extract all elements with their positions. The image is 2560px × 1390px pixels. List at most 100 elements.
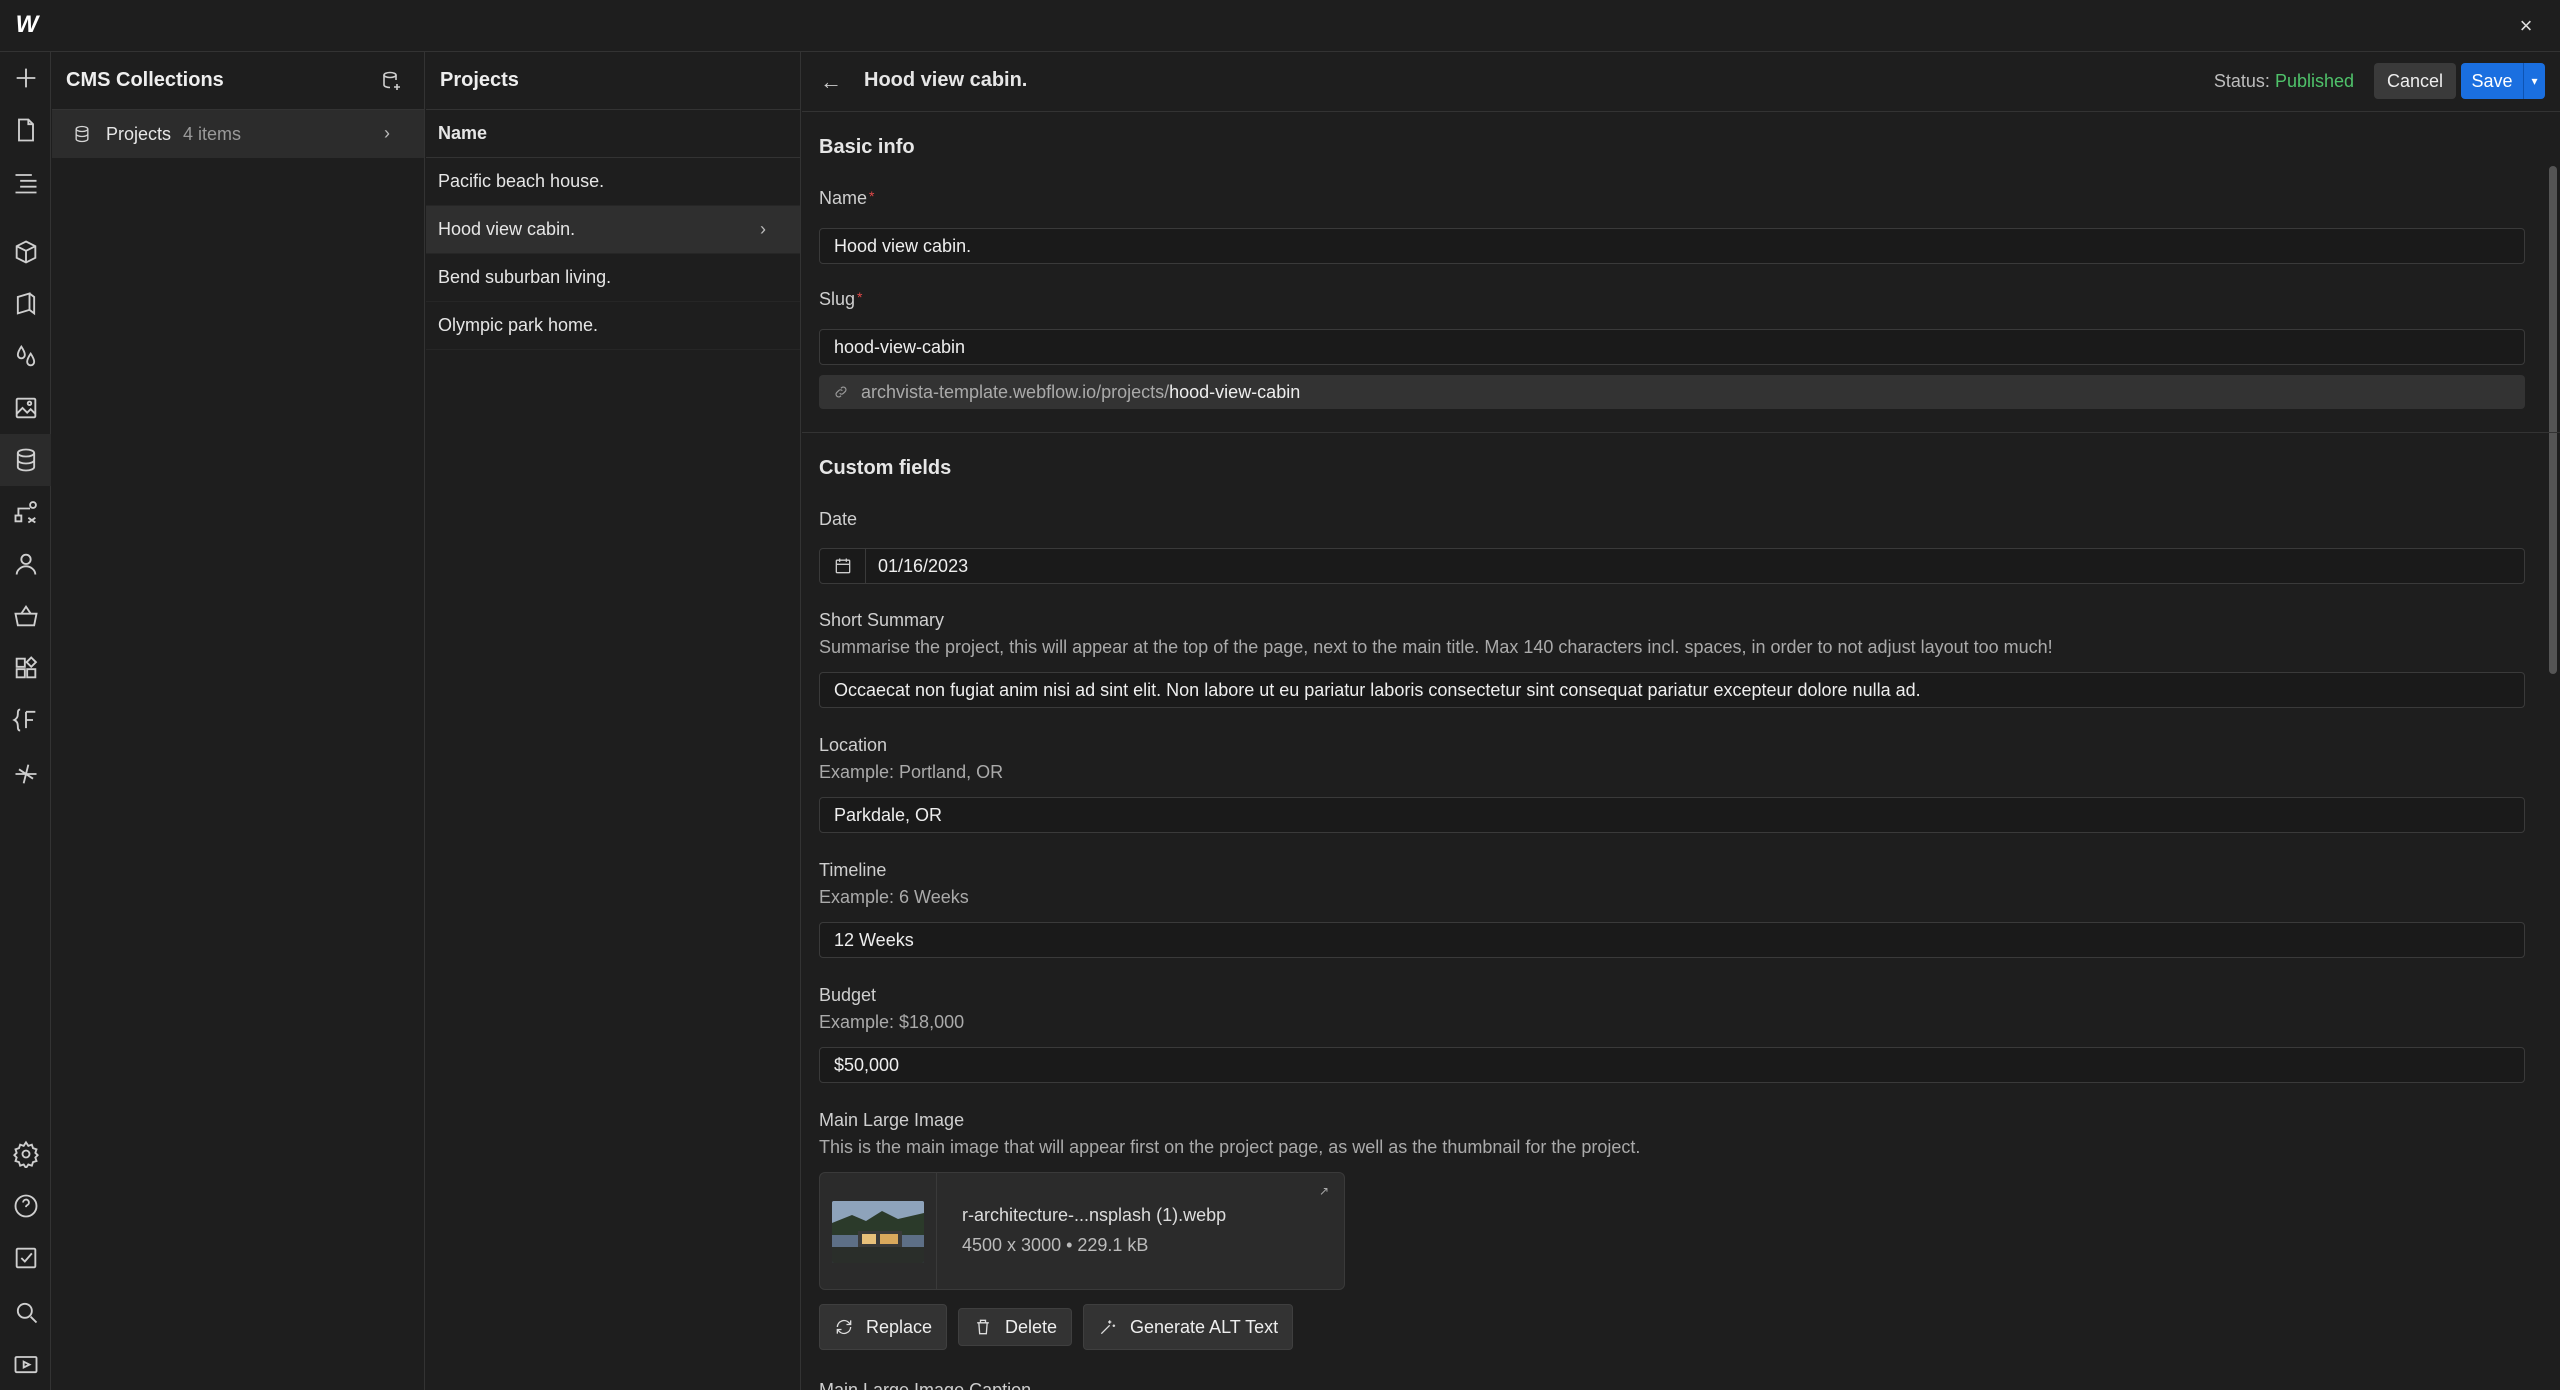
section-divider bbox=[802, 432, 2560, 433]
custom-fields-heading: Custom fields bbox=[819, 457, 952, 479]
navigator-icon[interactable] bbox=[0, 156, 51, 208]
name-label-text: Name bbox=[819, 188, 868, 208]
delete-button[interactable]: Delete bbox=[958, 1308, 1073, 1346]
search-icon[interactable] bbox=[0, 1286, 51, 1338]
logic-flow-icon[interactable] bbox=[0, 486, 51, 538]
items-panel: Projects Name Pacific beach house. Hood … bbox=[426, 52, 801, 1390]
image-file-name: r-architecture-...nsplash (1).webp bbox=[962, 1205, 1227, 1225]
timeline-field[interactable]: 12 Weeks bbox=[819, 922, 2525, 958]
item-name: Hood view cabin. bbox=[438, 219, 576, 239]
slug-field[interactable]: hood-view-cabin bbox=[819, 329, 2525, 365]
settings-gear-icon[interactable] bbox=[0, 1128, 51, 1180]
slug-url-prefix: archvista-template.webflow.io/projects/ bbox=[861, 381, 1170, 402]
users-icon[interactable] bbox=[0, 538, 51, 590]
budget-field[interactable]: $50,000 bbox=[819, 1047, 2525, 1083]
calendar-icon[interactable] bbox=[820, 549, 866, 583]
item-name: Olympic park home. bbox=[438, 315, 599, 335]
plugin-icon[interactable] bbox=[0, 748, 51, 800]
generate-alt-label: Generate ALT Text bbox=[1130, 1316, 1279, 1337]
image-label: Main Large Image bbox=[819, 1110, 965, 1130]
left-icon-rail bbox=[0, 52, 51, 1390]
plus-icon[interactable] bbox=[0, 52, 51, 104]
image-thumbnail[interactable] bbox=[832, 1201, 924, 1263]
fonts-icon[interactable] bbox=[0, 694, 51, 746]
add-collection-icon[interactable] bbox=[380, 69, 404, 93]
replace-label: Replace bbox=[866, 1316, 933, 1337]
variables-drops-icon[interactable] bbox=[0, 330, 51, 382]
collection-name: Projects bbox=[106, 123, 172, 144]
list-item[interactable]: Bend suburban living. bbox=[426, 254, 800, 302]
collections-panel: CMS Collections Projects 4 items › bbox=[52, 52, 425, 1390]
replace-button[interactable]: Replace bbox=[819, 1304, 948, 1350]
back-arrow-icon[interactable]: ← bbox=[820, 70, 844, 94]
chevron-right-icon: › bbox=[384, 123, 390, 143]
ai-wand-icon bbox=[1100, 1320, 1116, 1335]
basic-info-heading: Basic info bbox=[819, 136, 915, 158]
assets-image-icon[interactable] bbox=[0, 382, 51, 434]
video-tutorial-icon[interactable] bbox=[0, 1338, 51, 1390]
budget-help: Example: $18,000 bbox=[819, 1012, 965, 1032]
budget-label: Budget bbox=[819, 985, 877, 1005]
item-editor: ← Hood view cabin. Status: Published Can… bbox=[802, 52, 2560, 1390]
location-label: Location bbox=[819, 735, 888, 755]
slug-label: Slug * bbox=[819, 289, 862, 310]
item-name: Bend suburban living. bbox=[438, 267, 612, 287]
image-caption-label: Main Large Image Caption bbox=[819, 1380, 1032, 1390]
collections-title: CMS Collections bbox=[66, 69, 224, 91]
scrollbar-thumb[interactable] bbox=[2549, 166, 2557, 674]
summary-field[interactable]: Occaecat non fugiat anim nisi ad sint el… bbox=[819, 672, 2525, 708]
top-bar: W × bbox=[0, 0, 2560, 52]
name-column-header[interactable]: Name bbox=[426, 110, 800, 158]
image-file-meta: 4500 x 3000 • 229.1 kB bbox=[962, 1235, 1149, 1255]
date-value: 01/16/2023 bbox=[878, 555, 969, 576]
location-field[interactable]: Parkdale, OR bbox=[819, 797, 2525, 833]
close-icon[interactable]: × bbox=[2514, 14, 2538, 38]
summary-label: Short Summary bbox=[819, 610, 945, 630]
date-field[interactable]: 01/16/2023 bbox=[819, 548, 2525, 584]
name-field[interactable]: Hood view cabin. bbox=[819, 228, 2525, 264]
save-button[interactable]: Save bbox=[2461, 63, 2523, 99]
list-item[interactable]: Olympic park home. bbox=[426, 302, 800, 350]
status-label: Status: bbox=[2213, 71, 2275, 91]
trash-icon bbox=[977, 1319, 989, 1335]
editor-header: ← Hood view cabin. Status: Published Can… bbox=[802, 52, 2560, 112]
apps-icon[interactable] bbox=[0, 642, 51, 694]
cube-icon[interactable] bbox=[0, 226, 51, 278]
image-card: r-architecture-...nsplash (1).webp 4500 … bbox=[819, 1172, 1345, 1290]
ecommerce-basket-icon[interactable] bbox=[0, 590, 51, 642]
name-label: Name * bbox=[819, 188, 874, 209]
slug-url-slug: hood-view-cabin bbox=[1169, 381, 1301, 402]
chevron-down-icon[interactable]: ▾ bbox=[2523, 63, 2545, 99]
chevron-right-icon: › bbox=[760, 219, 766, 239]
card-divider bbox=[936, 1173, 937, 1289]
image-help: This is the main image that will appear … bbox=[819, 1137, 1641, 1157]
audit-check-icon[interactable] bbox=[0, 1232, 51, 1284]
date-label: Date bbox=[819, 509, 858, 529]
status-badge: Status: Published bbox=[2214, 71, 2354, 92]
item-name: Pacific beach house. bbox=[438, 171, 605, 191]
status-value: Published bbox=[2274, 71, 2354, 91]
link-icon bbox=[833, 384, 849, 400]
generate-alt-text-button[interactable]: Generate ALT Text bbox=[1083, 1304, 1294, 1350]
delete-label: Delete bbox=[1005, 1316, 1058, 1337]
slug-url-preview[interactable]: archvista-template.webflow.io/projects/h… bbox=[819, 375, 2525, 409]
timeline-label: Timeline bbox=[819, 860, 887, 880]
cms-database-icon[interactable] bbox=[0, 434, 51, 486]
items-header: Projects bbox=[426, 52, 800, 110]
cancel-button[interactable]: Cancel bbox=[2374, 63, 2456, 99]
open-external-icon[interactable]: ↗ bbox=[1316, 1183, 1332, 1199]
slug-label-text: Slug bbox=[819, 289, 856, 309]
help-icon[interactable] bbox=[0, 1180, 51, 1232]
item-title: Hood view cabin. bbox=[864, 69, 1028, 91]
webflow-logo: W bbox=[15, 11, 39, 38]
list-item[interactable]: Pacific beach house. bbox=[426, 158, 800, 206]
items-title: Projects bbox=[440, 69, 519, 91]
collection-item-projects[interactable]: Projects 4 items › bbox=[52, 110, 424, 158]
page-icon[interactable] bbox=[0, 104, 51, 156]
required-asterisk: * bbox=[869, 188, 875, 204]
style-book-icon[interactable] bbox=[0, 278, 51, 330]
collection-count: 4 items bbox=[183, 123, 242, 144]
list-item[interactable]: Hood view cabin. › bbox=[426, 206, 800, 254]
location-help: Example: Portland, OR bbox=[819, 762, 1004, 782]
required-asterisk: * bbox=[857, 289, 863, 305]
